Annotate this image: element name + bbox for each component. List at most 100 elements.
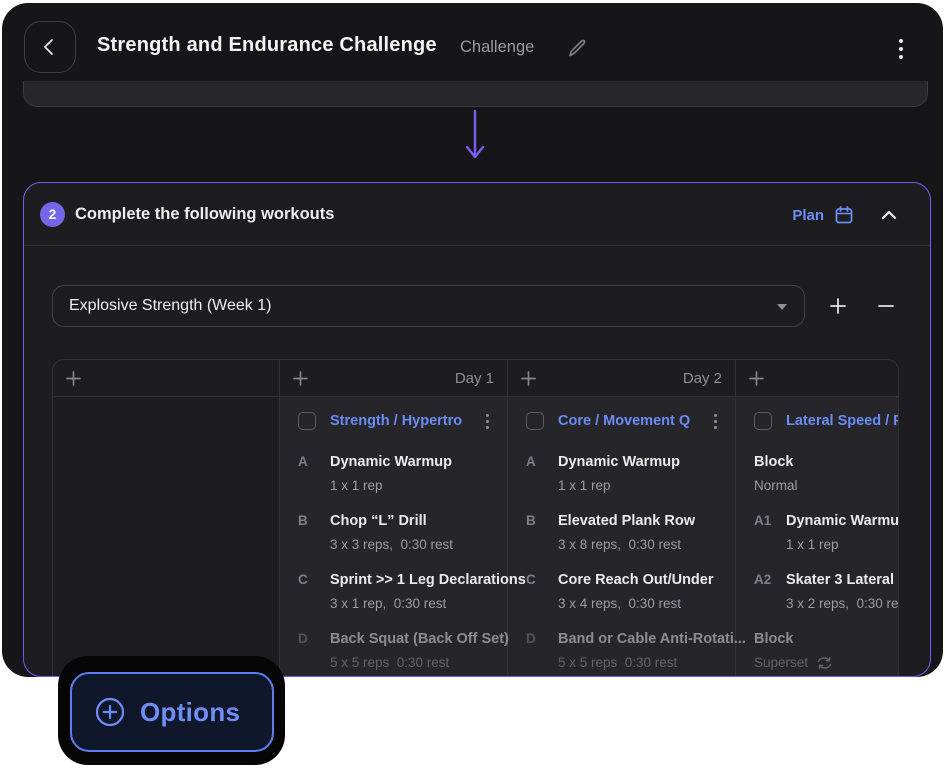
chevron-up-icon — [881, 210, 897, 220]
pencil-icon — [566, 37, 588, 59]
exercise-name: Dynamic Warmup — [786, 511, 899, 531]
exercise-tag: D — [298, 631, 308, 646]
exercise-detail: 3 x 8 reps, 0:30 rest — [558, 536, 735, 554]
exercise-row[interactable]: C Core Reach Out/Under 3 x 4 reps, 0:30 … — [508, 570, 735, 613]
plus-circle-icon — [95, 697, 125, 727]
options-highlight-ring: Options — [58, 656, 285, 765]
workout-name-link[interactable]: Strength / Hypertro... — [330, 413, 463, 429]
exercise-name: Core Reach Out/Under — [558, 570, 735, 590]
exercise-detail: 1 x 1 rep — [558, 477, 735, 495]
flow-down-arrow-icon — [463, 109, 487, 163]
workout-checkbox[interactable] — [754, 412, 772, 430]
day-header-cell: Day 1 — [280, 360, 508, 396]
collapse-section-button[interactable] — [876, 203, 902, 227]
screenshot-stage: Strength and Endurance Challenge Challen… — [0, 0, 945, 768]
edit-title-button[interactable] — [562, 33, 592, 63]
exercise-name: Skater 3 Lateral Ho — [786, 570, 899, 590]
calendar-icon — [834, 205, 854, 225]
week-selector[interactable]: Explosive Strength (Week 1) — [52, 285, 805, 327]
step-header: 2 Complete the following workouts Plan — [24, 183, 930, 246]
remove-week-button[interactable] — [871, 291, 901, 321]
exercise-row[interactable]: A2 Skater 3 Lateral Ho 3 x 2 reps, 0:30 … — [736, 570, 899, 613]
challenge-type-label: Challenge — [460, 38, 534, 57]
exercise-detail: 5 x 5 reps 0:30 rest — [330, 654, 507, 672]
table-body: Strength / Hypertro... A Dynamic Warmup … — [53, 397, 898, 677]
exercise-row[interactable]: A Dynamic Warmup 1 x 1 rep — [280, 452, 507, 495]
add-week-button[interactable] — [823, 291, 853, 321]
caret-down-icon — [777, 304, 787, 310]
day-1-label: Day 1 — [455, 370, 494, 387]
workout-name-link[interactable]: Core / Movement Q... — [558, 413, 691, 429]
exercise-name: Dynamic Warmup — [558, 452, 735, 472]
exercise-row[interactable]: D Back Squat (Back Off Set) 5 x 5 reps 0… — [280, 629, 507, 672]
exercise-detail: 3 x 3 reps, 0:30 rest — [330, 536, 507, 554]
plan-label: Plan — [792, 207, 824, 224]
workout-card-day2: Core / Movement Q... A Dynamic Warmup 1 … — [508, 397, 736, 677]
plus-icon — [830, 298, 846, 314]
kebab-menu-button[interactable] — [888, 32, 914, 66]
week-selector-value: Explosive Strength (Week 1) — [69, 297, 271, 315]
exercise-row[interactable]: A Dynamic Warmup 1 x 1 rep — [508, 452, 735, 495]
options-label: Options — [140, 697, 240, 728]
exercise-row[interactable]: A1 Dynamic Warmup 1 x 1 rep — [736, 511, 899, 554]
workout-name-link[interactable]: Lateral Speed / Ply — [786, 413, 899, 429]
block-row[interactable]: Block Superset — [736, 629, 899, 672]
block-type: Superset — [754, 654, 808, 672]
block-label: Block — [754, 629, 899, 649]
exercise-tag: A — [298, 454, 308, 469]
exercise-detail: 1 x 1 rep — [330, 477, 507, 495]
day-2-label: Day 2 — [683, 370, 722, 387]
exercise-detail: 3 x 1 rep, 0:30 rest — [330, 595, 507, 613]
exercise-row[interactable]: B Chop “L” Drill 3 x 3 reps, 0:30 rest — [280, 511, 507, 554]
previous-step-card[interactable] — [23, 81, 928, 107]
exercise-detail: 3 x 4 reps, 0:30 rest — [558, 595, 735, 613]
superset-cycle-icon — [816, 656, 833, 670]
exercise-name: Sprint >> 1 Leg Declarations — [330, 570, 507, 590]
block-type: Normal — [754, 477, 899, 495]
day-header-cell — [53, 360, 280, 396]
add-workout-icon[interactable] — [66, 371, 81, 386]
block-label: Block — [754, 452, 899, 472]
empty-column — [53, 397, 280, 677]
step-number-badge: 2 — [40, 202, 65, 227]
day-header-cell — [736, 360, 898, 396]
workout-title-row: Core / Movement Q... — [508, 406, 735, 436]
workout-checkbox[interactable] — [298, 412, 316, 430]
plan-button[interactable]: Plan — [792, 200, 854, 230]
workout-checkbox[interactable] — [526, 412, 544, 430]
workout-title-row: Lateral Speed / Ply — [736, 406, 899, 436]
workout-title-row: Strength / Hypertro... — [280, 406, 507, 436]
exercise-detail: 1 x 1 rep — [786, 536, 899, 554]
block-row[interactable]: Block Normal — [736, 452, 899, 495]
chevron-left-icon — [40, 37, 60, 57]
exercise-tag: A — [526, 454, 536, 469]
exercise-row[interactable]: D Band or Cable Anti-Rotati... 5 x 5 rep… — [508, 629, 735, 672]
step-title: Complete the following workouts — [75, 205, 334, 224]
minus-icon — [878, 298, 894, 314]
options-button[interactable]: Options — [70, 672, 274, 752]
table-header-row: Day 1 Day 2 — [53, 360, 898, 397]
step-card: 2 Complete the following workouts Plan — [23, 182, 931, 677]
exercise-detail: 3 x 2 reps, 0:30 re — [786, 595, 899, 613]
workout-card-day3: Lateral Speed / Ply Block Normal A1 Dyna… — [736, 397, 899, 677]
add-workout-icon[interactable] — [293, 371, 308, 386]
exercise-row[interactable]: B Elevated Plank Row 3 x 8 reps, 0:30 re… — [508, 511, 735, 554]
exercise-tag: C — [526, 572, 536, 587]
workout-card-day1: Strength / Hypertro... A Dynamic Warmup … — [280, 397, 508, 677]
exercise-detail: 5 x 5 reps 0:30 rest — [558, 654, 735, 672]
exercise-tag: A1 — [754, 513, 771, 528]
exercise-name: Band or Cable Anti-Rotati... — [558, 629, 735, 649]
exercise-name: Back Squat (Back Off Set) — [330, 629, 507, 649]
app-window: Strength and Endurance Challenge Challen… — [2, 3, 943, 677]
workout-menu-button[interactable] — [706, 411, 724, 431]
day-header-cell: Day 2 — [508, 360, 736, 396]
exercise-row[interactable]: C Sprint >> 1 Leg Declarations 3 x 1 rep… — [280, 570, 507, 613]
add-workout-icon[interactable] — [749, 371, 764, 386]
add-workout-icon[interactable] — [521, 371, 536, 386]
exercise-tag: C — [298, 572, 308, 587]
workout-menu-button[interactable] — [478, 411, 496, 431]
workout-table: Day 1 Day 2 — [52, 359, 899, 677]
exercise-tag: A2 — [754, 572, 771, 587]
workout-card-clip-wrapper: Lateral Speed / Ply Block Normal A1 Dyna… — [736, 406, 899, 672]
back-button[interactable] — [24, 21, 76, 73]
